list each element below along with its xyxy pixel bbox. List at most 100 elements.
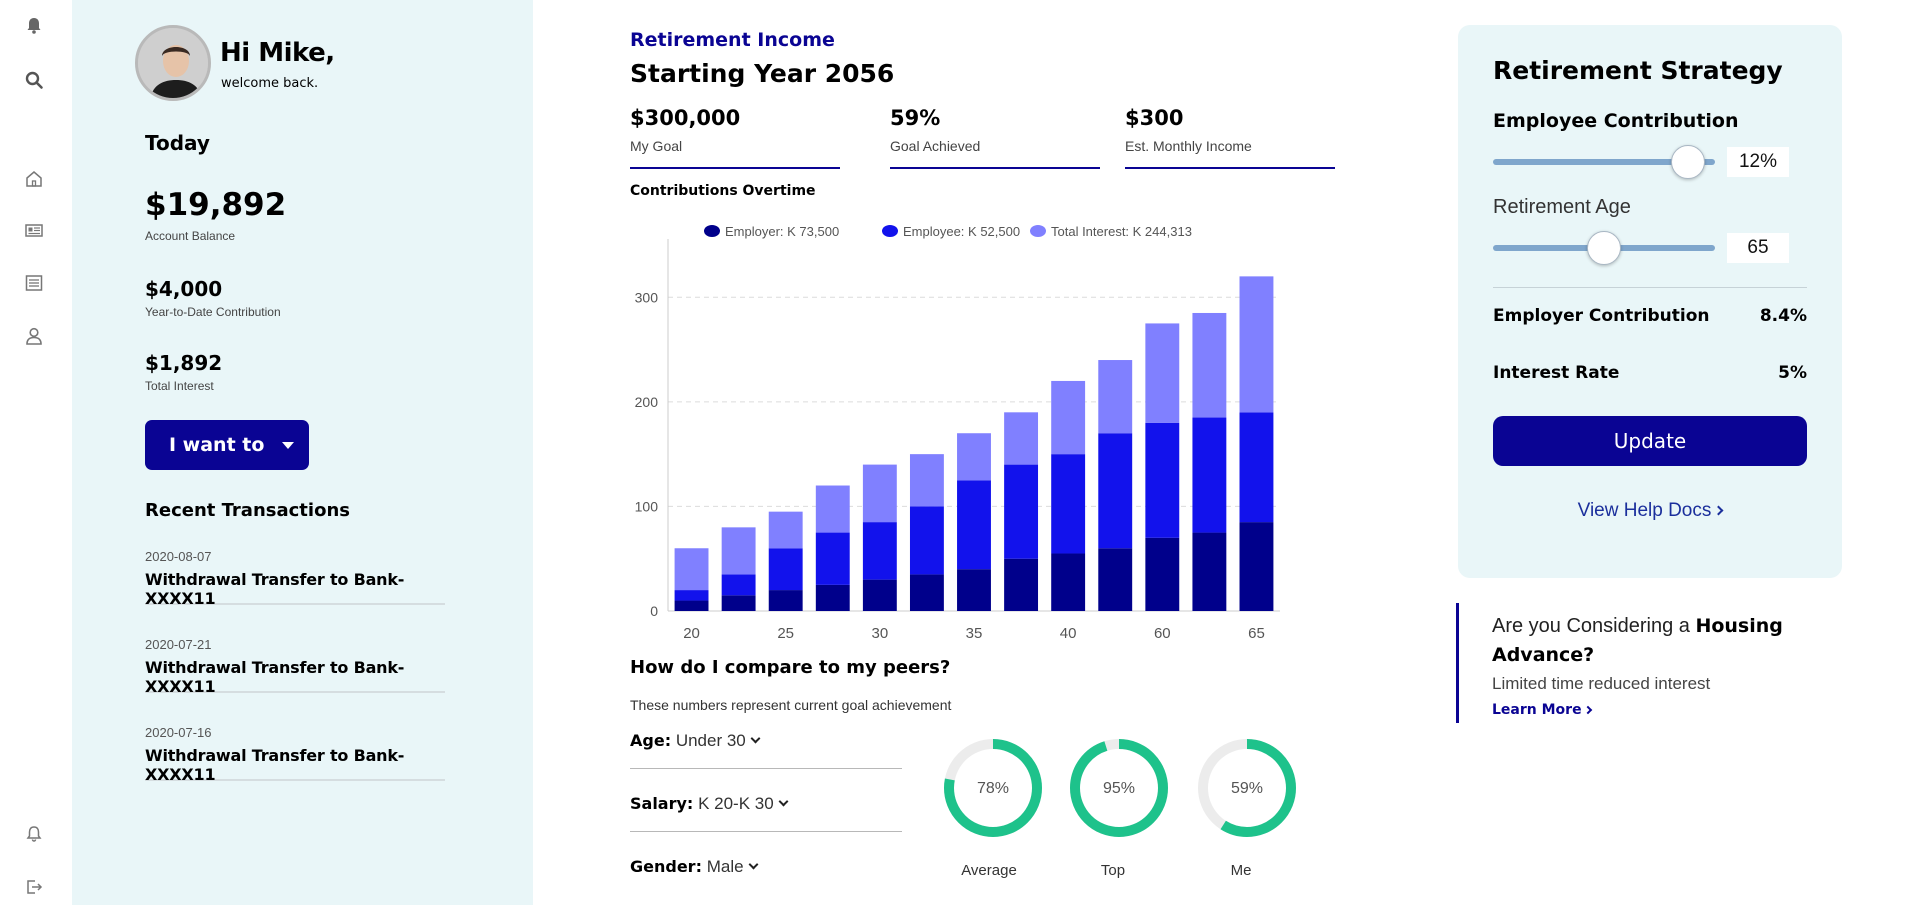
bar-segment [1004, 464, 1039, 559]
notification-icon[interactable] [22, 822, 46, 846]
promo-subtitle: Limited time reduced interest [1492, 674, 1711, 693]
ytd-contribution-label: Year-to-Date Contribution [145, 305, 281, 319]
housing-advance-promo: Are you Considering a Housing Advance? L… [1456, 603, 1816, 723]
x-tick-label: 30 [872, 625, 889, 642]
bar-segment [1239, 412, 1274, 523]
chevron-down-icon [778, 796, 789, 807]
filter-value: K 20-K 30 [698, 794, 774, 813]
news-icon[interactable] [22, 218, 46, 242]
filter-label: Salary: [630, 794, 694, 813]
stat-my-goal: $300,000 My Goal [630, 106, 840, 169]
bar-segment [1145, 323, 1180, 423]
bar-segment [957, 433, 991, 481]
bar-segment [815, 532, 850, 585]
bar-segment [768, 511, 803, 549]
promo-question-text: Are you Considering a [1492, 615, 1696, 637]
donut-top: 95% [1070, 739, 1168, 837]
bar-segment [1098, 548, 1133, 611]
account-balance-value: $19,892 [145, 187, 287, 223]
stat-label: Goal Achieved [890, 138, 981, 154]
bar-segment [815, 485, 850, 533]
interest-rate-value: 5% [1778, 363, 1807, 383]
transaction-description: Withdrawal Transfer to Bank-XXXX11 [145, 746, 405, 784]
update-button[interactable]: Update [1493, 416, 1807, 466]
donut-label: Average [961, 862, 1017, 879]
stat-monthly-income: $300 Est. Monthly Income [1125, 106, 1335, 169]
x-tick-label: 35 [966, 625, 983, 642]
bar-segment [957, 569, 991, 611]
bar-segment [1098, 360, 1133, 434]
bar-segment [862, 579, 897, 611]
avatar[interactable] [135, 25, 211, 101]
x-tick-label: 20 [683, 625, 700, 642]
contributions-chart: Employer: K 73,500 Employee: K 52,500 Tota… [635, 224, 1280, 642]
home-icon[interactable] [22, 167, 46, 191]
transaction-item[interactable]: 2020-08-07 Withdrawal Transfer to Bank-X… [145, 549, 445, 608]
bar-segment [909, 506, 944, 575]
x-tick-label: 65 [1248, 625, 1265, 642]
filter-label: Gender: [630, 857, 702, 876]
bar-segment [674, 590, 709, 601]
bar-segment [1239, 276, 1274, 413]
transaction-item[interactable]: 2020-07-16 Withdrawal Transfer to Bank-X… [145, 725, 445, 784]
employee-contribution-value[interactable]: 12% [1727, 147, 1789, 177]
view-help-docs-link[interactable]: View Help Docs [1458, 500, 1842, 522]
total-interest-label: Total Interest [145, 379, 214, 393]
retirement-age-value[interactable]: 65 [1727, 233, 1789, 263]
bar-segment [1145, 537, 1180, 611]
interest-rate-row: Interest Rate 5% [1493, 363, 1807, 383]
bar-segment [862, 522, 897, 580]
logout-icon[interactable] [22, 875, 46, 899]
employee-contribution-label: Employee Contribution [1493, 110, 1739, 132]
bar-segment [768, 548, 803, 591]
bar-segment [1098, 433, 1133, 549]
bar-segment [1192, 532, 1227, 611]
starting-year: Starting Year 2056 [630, 59, 895, 88]
chevron-down-icon [750, 733, 761, 744]
bar-segment [1004, 412, 1039, 465]
bar-segment [909, 454, 944, 507]
legend-label: Employer: K 73,500 [725, 224, 839, 239]
donut-label: Me [1230, 862, 1252, 879]
x-tick-label: 40 [1060, 625, 1077, 642]
legend-swatch [1030, 225, 1046, 237]
legend-swatch [882, 225, 898, 237]
bar-segment [768, 590, 803, 611]
i-want-to-label: I want to [169, 434, 265, 456]
search-icon[interactable] [22, 68, 46, 92]
bar-segment [1051, 553, 1086, 611]
stat-label: Est. Monthly Income [1125, 138, 1252, 154]
bell-icon[interactable] [22, 14, 46, 38]
chevron-right-icon [1583, 705, 1592, 715]
interest-rate-label: Interest Rate [1493, 363, 1620, 383]
chevron-right-icon [1713, 505, 1724, 516]
legend-swatch [704, 225, 720, 237]
bar-segment [1051, 454, 1086, 554]
recent-transactions-heading: Recent Transactions [145, 500, 350, 521]
salary-filter[interactable]: Salary: K 20-K 30 [630, 794, 902, 832]
i-want-to-dropdown[interactable]: I want to [145, 420, 309, 470]
learn-more-link[interactable]: Learn More [1492, 702, 1816, 718]
promo-question: Are you Considering a Housing Advance? [1492, 603, 1816, 670]
y-tick-label: 100 [635, 498, 659, 514]
transaction-item[interactable]: 2020-07-21 Withdrawal Transfer to Bank-X… [145, 637, 445, 696]
help-link-label: View Help Docs [1577, 500, 1712, 521]
transaction-date: 2020-07-16 [145, 725, 212, 740]
bar-segment [674, 600, 709, 611]
y-tick-label: 300 [635, 289, 659, 305]
bar-segment [1004, 558, 1039, 611]
ytd-contribution-value: $4,000 [145, 277, 223, 301]
divider [1493, 287, 1807, 288]
age-filter[interactable]: Age: Under 30 [630, 731, 902, 769]
stat-goal-achieved: 59% Goal Achieved [890, 106, 1100, 169]
caret-down-icon [282, 441, 295, 449]
filter-label: Age: [630, 731, 672, 750]
user-icon[interactable] [22, 324, 46, 348]
bar-segment [909, 574, 944, 611]
retirement-age-slider-thumb[interactable] [1587, 231, 1621, 265]
donut-me: 59% [1198, 739, 1296, 837]
learn-more-label: Learn More [1492, 702, 1582, 718]
bar-segment [721, 595, 756, 611]
gender-filter[interactable]: Gender: Male [630, 857, 902, 895]
list-icon[interactable] [22, 271, 46, 295]
